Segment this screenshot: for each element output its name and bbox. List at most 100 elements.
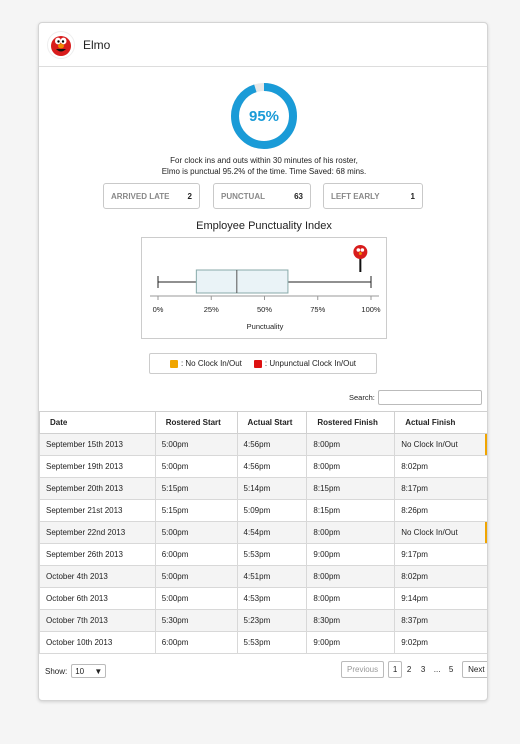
table-cell: 8:17pm [394, 477, 487, 500]
table-row[interactable]: September 20th 2013 5:15pm 5:14pm 8:15pm 8:1… [39, 477, 487, 500]
table-cell: 8:15pm [306, 477, 396, 500]
page-1-button[interactable]: 1 [388, 661, 403, 678]
table-cell: 5:30pm [154, 609, 238, 632]
marker-eye-left [356, 248, 361, 252]
page-2-button[interactable]: 2 [402, 661, 416, 678]
legend-swatch-orange [169, 359, 178, 368]
table-cell: 4:53pm [236, 587, 308, 610]
table-cell: 8:02pm [394, 455, 487, 478]
previous-page-button[interactable]: Previous [341, 661, 385, 678]
table-row[interactable]: October 10th 2013 6:00pm 5:53pm 9:00pm 9:02p… [39, 631, 487, 654]
table-cell: No Clock In/Out [394, 433, 487, 456]
search-label: Search: [349, 393, 375, 402]
table-cell: October 6th 2013 [39, 587, 156, 610]
page-5-button[interactable]: 5 [444, 661, 458, 678]
stat-label: LEFT EARLY [331, 191, 380, 201]
table-cell: 4:51pm [236, 565, 308, 588]
iqr-box [195, 269, 289, 294]
legend-swatch-red [253, 359, 262, 368]
page-length-select[interactable]: 10 ▼ [71, 664, 107, 678]
table-cell: 9:00pm [306, 631, 396, 654]
attendance-table: Date Rostered Start Actual Start Rostere… [39, 411, 487, 654]
table-cell: September 26th 2013 [39, 543, 156, 566]
employee-name: Elmo [83, 37, 111, 52]
table-cell: 9:02pm [394, 631, 487, 654]
table-cell: 5:00pm [154, 433, 238, 456]
table-cell: 5:00pm [154, 521, 238, 544]
legend-item-unpunctual: : Unpunctual Clock In/Out [253, 359, 357, 368]
table-cell: October 10th 2013 [39, 631, 156, 654]
table-cell: September 15th 2013 [39, 433, 156, 456]
table-cell: September 21st 2013 [39, 499, 156, 522]
x-tick-label: 100% [361, 305, 381, 314]
elmo-avatar-icon [47, 30, 75, 59]
chevron-down-icon: ▼ [94, 666, 103, 676]
pagination: Previous 1 2 3 ... 5 Next [341, 661, 487, 678]
table-cell: 5:00pm [154, 455, 238, 478]
marker-nose [358, 252, 362, 255]
table-row[interactable]: September 26th 2013 6:00pm 5:53pm 9:00pm 9:1… [39, 543, 487, 566]
search-input[interactable] [377, 390, 482, 405]
table-cell: 8:00pm [306, 565, 396, 588]
table-cell: 8:00pm [306, 455, 396, 478]
column-header-rostered-start[interactable]: Rostered Start [154, 411, 238, 434]
next-page-button[interactable]: Next [462, 661, 487, 678]
column-header-date[interactable]: Date [39, 411, 156, 434]
table-cell: 5:15pm [154, 499, 238, 522]
table-cell: September 19th 2013 [39, 455, 156, 478]
table-cell: 6:00pm [154, 631, 238, 654]
table-cell: 8:02pm [394, 565, 487, 588]
arrived-late-stat: ARRIVED LATE 2 [103, 183, 200, 209]
page-length: Show: 10 ▼ [45, 664, 107, 678]
table-row[interactable]: September 22nd 2013 5:00pm 4:54pm 8:00pm No … [39, 521, 487, 544]
table-cell: 8:26pm [394, 499, 487, 522]
gauge-percent: 95% [248, 107, 280, 125]
table-cell: 8:00pm [306, 433, 396, 456]
summary-line-1: For clock ins and outs within 30 minutes… [170, 156, 358, 165]
table-cell: 8:00pm [306, 587, 396, 610]
stat-label: PUNCTUAL [221, 191, 265, 201]
column-header-actual-start[interactable]: Actual Start [236, 411, 308, 434]
table-cell: 8:00pm [306, 521, 396, 544]
legend-label: : Unpunctual Clock In/Out [264, 359, 357, 368]
table-cell: 4:56pm [236, 433, 308, 456]
table-cell: 5:53pm [236, 543, 308, 566]
column-header-rostered-finish[interactable]: Rostered Finish [306, 411, 396, 434]
table-cell: 9:00pm [306, 543, 396, 566]
punctuality-card: Elmo 95% For clock ins and outs within 3… [38, 22, 488, 701]
table-cell: 5:53pm [236, 631, 308, 654]
table-row[interactable]: October 6th 2013 5:00pm 4:53pm 8:00pm 9:14pm [39, 587, 487, 610]
table-cell: No Clock In/Out [394, 521, 487, 544]
page-3-button[interactable]: 3 [416, 661, 430, 678]
table-row[interactable]: October 7th 2013 5:30pm 5:23pm 8:30pm 8:37pm [39, 609, 487, 632]
table-cell: 4:56pm [236, 455, 308, 478]
table-cell: 8:15pm [306, 499, 396, 522]
table-cell: September 20th 2013 [39, 477, 156, 500]
table-cell: 4:54pm [236, 521, 308, 544]
chart-legend: : No Clock In/Out : Unpunctual Clock In/… [149, 353, 377, 374]
table-row[interactable]: September 21st 2013 5:15pm 5:09pm 8:15pm 8:2… [39, 499, 487, 522]
table-row[interactable]: October 4th 2013 5:00pm 4:51pm 8:00pm 8:02pm [39, 565, 487, 588]
punctuality-summary: For clock ins and outs within 30 minutes… [39, 156, 487, 177]
stat-value: 2 [187, 191, 192, 201]
table-cell: October 4th 2013 [39, 565, 156, 588]
table-cell: 5:09pm [236, 499, 308, 522]
page-ellipsis: ... [433, 665, 441, 674]
table-cell: 9:14pm [394, 587, 487, 610]
punctuality-boxplot: 0% 25% 50% 75% 100% Punctuality [141, 237, 387, 339]
table-cell: October 7th 2013 [39, 609, 156, 632]
x-tick-label: 0% [153, 305, 164, 314]
x-tick-label: 50% [257, 305, 272, 314]
marker-eye-right [360, 248, 365, 252]
punctual-stat: PUNCTUAL 63 [213, 183, 311, 209]
table-cell: 5:23pm [236, 609, 308, 632]
column-header-actual-finish[interactable]: Actual Finish [394, 411, 487, 434]
table-row[interactable]: September 19th 2013 5:00pm 4:56pm 8:00pm 8:0… [39, 455, 487, 478]
table-row[interactable]: September 15th 2013 5:00pm 4:56pm 8:00pm No … [39, 433, 487, 456]
table-cell: September 22nd 2013 [39, 521, 156, 544]
table-cell: 8:30pm [306, 609, 396, 632]
legend-item-no-clock: : No Clock In/Out [169, 359, 242, 368]
left-early-stat: LEFT EARLY 1 [323, 183, 423, 209]
stat-value: 1 [410, 191, 415, 201]
punctuality-gauge: 95% [229, 81, 299, 151]
